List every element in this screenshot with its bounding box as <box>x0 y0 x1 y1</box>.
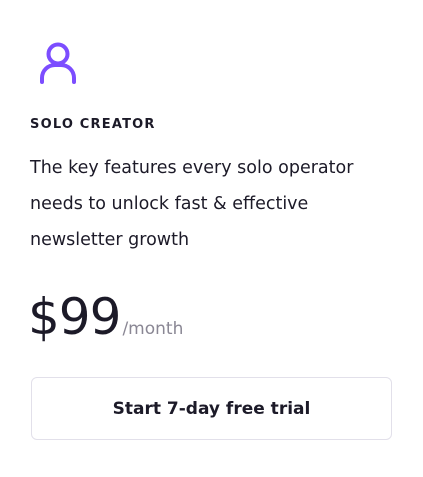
user-icon <box>38 41 78 85</box>
plan-name: SOLO CREATOR <box>30 117 156 132</box>
plan-description: The key features every solo operator nee… <box>30 158 354 250</box>
price-row: $99 /month <box>28 287 183 347</box>
price-period: /month <box>122 319 184 339</box>
start-trial-button[interactable]: Start 7-day free trial <box>31 377 392 440</box>
price-amount: $99 <box>28 288 121 346</box>
pricing-card: SOLO CREATOR The key features every solo… <box>0 0 423 477</box>
